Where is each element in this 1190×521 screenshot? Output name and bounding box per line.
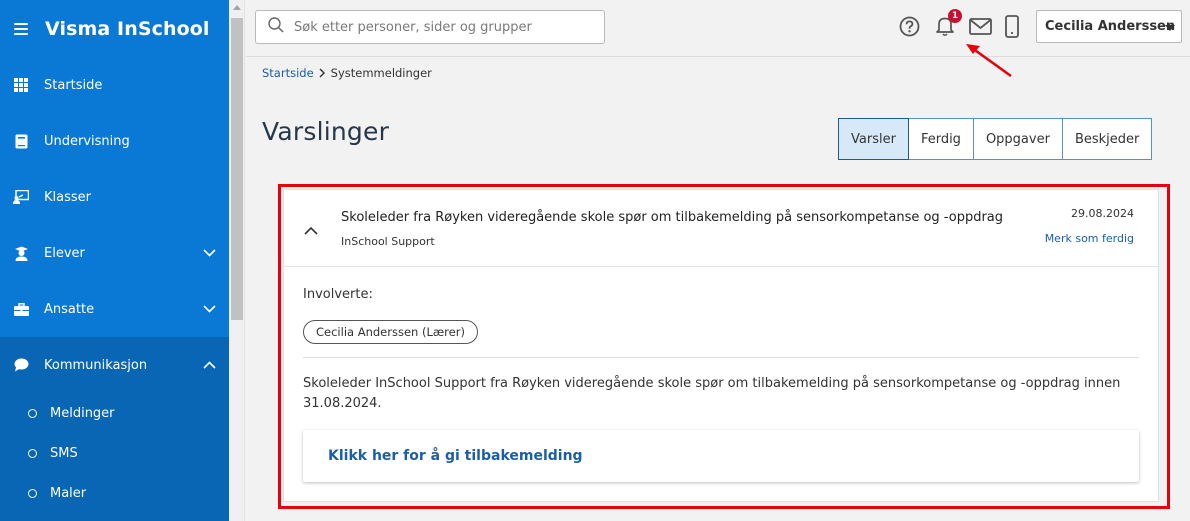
chevron-down-icon[interactable] [203, 302, 216, 317]
scroll-up-icon[interactable] [233, 5, 241, 10]
sidebar-item-label: Startside [44, 77, 103, 93]
sidebar-subitem-meldinger[interactable]: Meldinger [0, 393, 229, 433]
circle-icon [28, 408, 37, 418]
sidebar: Visma InSchool Startside Undervisning Kl… [0, 0, 229, 521]
notification-badge: 1 [948, 9, 962, 23]
tab-beskjeder[interactable]: Beskjeder [1062, 118, 1153, 160]
help-icon[interactable] [899, 16, 920, 41]
caret-down-icon [1165, 25, 1175, 31]
feedback-link[interactable]: Klikk her for å gi tilbakemelding [303, 430, 1139, 482]
briefcase-icon [13, 301, 29, 317]
search-icon [268, 17, 284, 37]
chevron-up-icon[interactable] [304, 220, 318, 239]
sidebar-scrollbar[interactable] [229, 0, 245, 521]
chevron-down-icon[interactable] [203, 246, 216, 261]
presentation-icon [13, 189, 29, 205]
book-icon [13, 133, 29, 149]
mail-icon[interactable] [969, 18, 992, 39]
notification-tabs: Varsler Ferdig Oppgaver Beskjeder [838, 118, 1153, 160]
chevron-up-icon[interactable] [203, 358, 216, 373]
scrollbar-thumb[interactable] [231, 18, 243, 320]
breadcrumb-home-link[interactable]: Startside [262, 66, 314, 80]
search-box[interactable] [255, 10, 605, 44]
student-icon [13, 245, 29, 261]
sidebar-item-kommunikasjon[interactable]: Kommunikasjon [0, 337, 229, 393]
breadcrumb: Startside Systemmeldinger [262, 66, 432, 80]
sidebar-subitem-label: Meldinger [50, 405, 115, 421]
app-title: Visma InSchool [45, 17, 210, 40]
notification-card: Skoleleder fra Røyken videregående skole… [283, 189, 1159, 502]
hamburger-menu-icon[interactable] [14, 22, 28, 35]
sidebar-subitem-label: SMS [50, 445, 78, 461]
tab-ferdig[interactable]: Ferdig [908, 118, 974, 160]
notification-sender: InSchool Support [341, 235, 435, 248]
sidebar-item-undervisning[interactable]: Undervisning [0, 113, 229, 169]
circle-icon [28, 448, 37, 458]
user-name: Cecilia Anderssen [1045, 19, 1176, 34]
tab-varsler[interactable]: Varsler [838, 118, 909, 160]
sidebar-item-elever[interactable]: Elever [0, 225, 229, 281]
sidebar-item-startside[interactable]: Startside [0, 57, 229, 113]
sidebar-item-label: Ansatte [44, 301, 95, 317]
sidebar-subitem-maler[interactable]: Maler [0, 473, 229, 513]
kommunikasjon-submenu: Meldinger SMS Maler [0, 393, 229, 521]
mark-done-link[interactable]: Merk som ferdig [1045, 232, 1134, 245]
page-title: Varslinger [262, 117, 390, 146]
breadcrumb-current: Systemmeldinger [330, 66, 432, 80]
notification-subject: Skoleleder fra Røyken videregående skole… [341, 210, 1004, 225]
sidebar-item-ansatte[interactable]: Ansatte [0, 281, 229, 337]
circle-icon [28, 488, 37, 498]
notification-message: Skoleleder InSchool Support fra Røyken v… [303, 376, 1121, 411]
chevron-right-icon [319, 68, 325, 78]
brand-bar: Visma InSchool [0, 0, 229, 57]
notification-header[interactable]: Skoleleder fra Røyken videregående skole… [284, 190, 1158, 267]
mobile-phone-icon[interactable] [1005, 15, 1019, 42]
notification-body: Involverte: Cecilia Anderssen (Lærer) Sk… [284, 267, 1158, 482]
sidebar-item-label: Klasser [44, 189, 91, 205]
sidebar-item-label: Kommunikasjon [44, 357, 148, 373]
divider [303, 357, 1139, 358]
involved-person-chip: Cecilia Anderssen (Lærer) [303, 320, 478, 344]
sidebar-item-label: Elever [44, 245, 85, 261]
sidebar-subitem-sms[interactable]: SMS [0, 433, 229, 473]
top-header: 1 Cecilia Anderssen [246, 0, 1190, 57]
tab-oppgaver[interactable]: Oppgaver [973, 118, 1063, 160]
grid-icon [13, 77, 29, 93]
sidebar-subitem-label: Maler [50, 485, 87, 501]
notification-date: 29.08.2024 [1071, 207, 1134, 220]
search-input[interactable] [294, 19, 594, 35]
user-menu-dropdown[interactable]: Cecilia Anderssen [1036, 10, 1182, 43]
involved-label: Involverte: [303, 287, 373, 302]
annotation-arrow-icon [966, 44, 1012, 78]
sidebar-item-klasser[interactable]: Klasser [0, 169, 229, 225]
chat-icon [13, 357, 29, 373]
sidebar-item-label: Undervisning [44, 133, 130, 149]
